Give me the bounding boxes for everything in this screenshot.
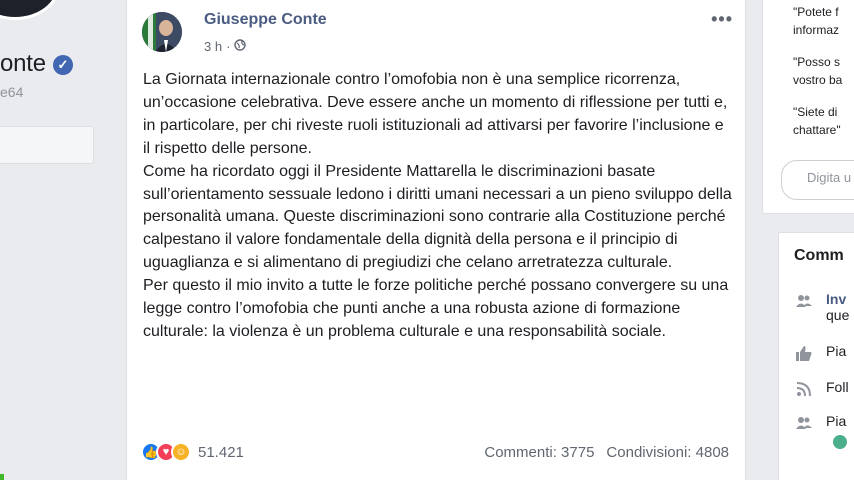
post-card: Giuseppe Conte 3 h · ••• La Giornata int… — [126, 0, 746, 480]
post-timestamp[interactable]: 3 h — [204, 39, 222, 54]
post-body: La Giornata internazionale contro l’omof… — [143, 69, 733, 344]
friend-avatar[interactable] — [831, 433, 849, 451]
suggestion-line: chattare" — [793, 123, 841, 137]
community-text: Foll — [826, 379, 849, 395]
verified-badge-icon: ✓ — [53, 55, 73, 75]
community-row: Pia — [794, 413, 846, 433]
messenger-panel: "Potete f informaz "Posso s vostro ba "S… — [762, 0, 854, 214]
community-row[interactable]: Inv que — [794, 291, 849, 323]
post-stats: Commenti: 3775 Condivisioni: 4808 — [484, 444, 729, 461]
author-avatar[interactable] — [142, 12, 182, 52]
profile-handle: e64 — [0, 84, 24, 100]
more-options-icon[interactable]: ••• — [711, 9, 733, 30]
suggestion-line: vostro ba — [793, 73, 843, 87]
online-indicator — [0, 474, 4, 480]
profile-action-box[interactable] — [0, 126, 94, 164]
rss-icon — [794, 379, 814, 399]
thumbs-up-icon — [794, 343, 814, 363]
profile-name[interactable]: onte — [0, 50, 46, 78]
shares-count[interactable]: Condivisioni: 4808 — [606, 444, 729, 461]
profile-sidebar: onte ✓ e64 — [0, 0, 110, 480]
community-title: Comm — [794, 247, 844, 264]
post-paragraph: La Giornata internazionale contro l’omof… — [143, 71, 728, 157]
message-suggestion[interactable]: "Potete f informaz — [793, 3, 839, 39]
post-paragraph: Come ha ricordato oggi il Presidente Mat… — [143, 162, 732, 272]
message-suggestion[interactable]: "Siete di chattare" — [793, 103, 841, 139]
profile-avatar[interactable] — [0, 0, 60, 20]
community-row: Foll — [794, 379, 849, 399]
people-icon — [794, 291, 814, 311]
separator-dot: · — [226, 39, 231, 54]
suggestion-line: "Potete f — [793, 5, 839, 19]
community-panel: Comm Inv que Pia Foll Pia — [778, 232, 854, 480]
community-row: Pia — [794, 343, 846, 363]
reactions-summary[interactable]: 👍 ♥ ☺ 51.421 — [141, 442, 244, 462]
suggestion-line: "Siete di — [793, 105, 838, 119]
suggestion-line: informaz — [793, 23, 840, 37]
message-suggestion[interactable]: "Posso s vostro ba — [793, 53, 842, 89]
community-link-line2: que — [826, 307, 850, 323]
people-icon — [794, 413, 814, 433]
message-input[interactable]: Digita u — [781, 160, 854, 200]
comments-count[interactable]: Commenti: 3775 — [484, 444, 594, 461]
reactions-count[interactable]: 51.421 — [198, 444, 244, 461]
post-author-name[interactable]: Giuseppe Conte — [204, 11, 327, 29]
suggestion-line: "Posso s — [793, 55, 840, 69]
care-reaction-icon: ☺ — [171, 442, 191, 462]
community-link[interactable]: Inv — [826, 291, 849, 307]
community-text: Pia — [826, 343, 847, 359]
post-paragraph: Per questo il mio invito a tutte le forz… — [143, 277, 729, 340]
community-text: Pia — [826, 413, 847, 429]
globe-icon[interactable] — [234, 39, 247, 54]
post-meta: 3 h · — [204, 39, 247, 54]
